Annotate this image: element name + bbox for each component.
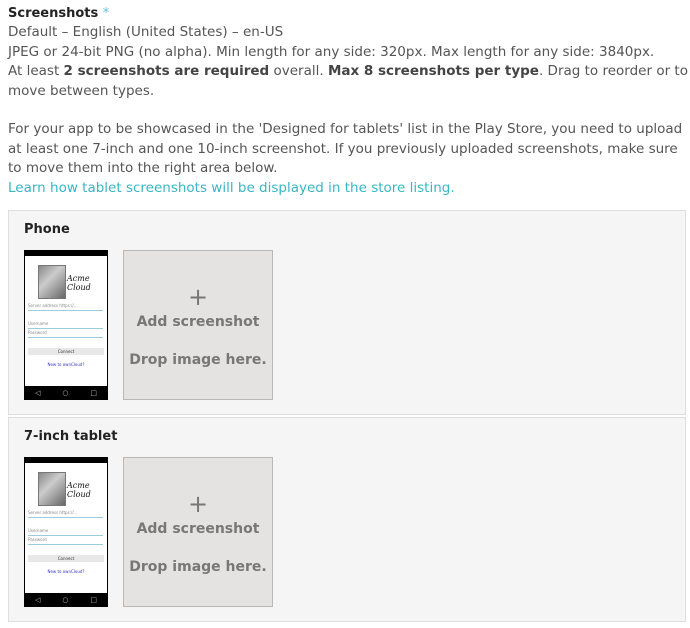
new-to-link: New to ownCloud? (47, 362, 85, 367)
nav-bar: ◁ ○ □ (24, 386, 108, 400)
server-field: Server address https://... (28, 302, 103, 311)
home-icon: ○ (62, 596, 69, 604)
back-icon: ◁ (34, 389, 41, 397)
tablet-7-section: 7-inch tablet Acme Cloud Server address h… (8, 417, 686, 622)
password-field: Password (28, 329, 103, 338)
dog-logo-image (38, 265, 66, 299)
app-screen: Acme Cloud Server address https://... Use… (25, 463, 107, 593)
app-screen: Acme Cloud Server address https://... Use… (25, 256, 107, 386)
screenshots-title: Screenshots (8, 6, 99, 21)
phone-screenshot-thumbnail[interactable]: Acme Cloud Server address https://... Use… (24, 250, 108, 400)
dog-logo-image (38, 472, 66, 506)
screenshots-description: Default – English (United States) – en-U… (8, 23, 688, 198)
recent-apps-icon: □ (90, 389, 97, 397)
screenshots-info: Screenshots * Default – English (United … (8, 5, 688, 198)
brand-name: Acme Cloud (67, 274, 91, 292)
tablet-7-screenshot-thumbnail[interactable]: Acme Cloud Server address https://... Use… (24, 457, 108, 607)
phone-dropzone[interactable]: + Add screenshot Drop image here. (123, 250, 273, 400)
required-asterisk: * (102, 6, 110, 21)
brand-name: Acme Cloud (67, 481, 91, 499)
count-prefix: At least (8, 63, 64, 79)
section-title-7-inch: 7-inch tablet (24, 429, 118, 444)
tablet-7-dropzone[interactable]: + Add screenshot Drop image here. (123, 457, 273, 607)
connect-button: Connect (28, 348, 104, 355)
nav-bar: ◁ ○ □ (24, 593, 108, 607)
tablet-note: For your app to be showcased in the 'Des… (8, 121, 683, 176)
drop-image-label: Drop image here. (129, 559, 267, 575)
plus-icon: + (187, 283, 209, 311)
password-field: Password (28, 536, 103, 545)
recent-apps-icon: □ (90, 596, 97, 604)
screenshots-header: Screenshots * (8, 5, 688, 23)
count-required: 2 screenshots are required (63, 63, 270, 79)
home-icon: ○ (62, 389, 69, 397)
drop-image-label: Drop image here. (129, 352, 267, 368)
phone-section: Phone Acme Cloud Server address https://.… (8, 210, 686, 415)
count-mid: overall. (269, 63, 328, 79)
language-line: Default – English (United States) – en-U… (8, 24, 284, 40)
section-title-phone: Phone (24, 222, 70, 237)
format-line: JPEG or 24-bit PNG (no alpha). Min lengt… (8, 43, 655, 60)
count-max: Max 8 screenshots per type (327, 63, 539, 79)
learn-tablet-link[interactable]: Learn how tablet screenshots will be dis… (8, 180, 455, 196)
username-field: Username (28, 527, 103, 536)
server-field: Server address https://... (28, 509, 103, 518)
back-icon: ◁ (34, 596, 41, 604)
plus-icon: + (187, 490, 209, 518)
new-to-link: New to ownCloud? (47, 569, 85, 574)
username-field: Username (28, 320, 103, 329)
add-screenshot-label: Add screenshot (136, 314, 260, 330)
connect-button: Connect (28, 555, 104, 562)
add-screenshot-label: Add screenshot (136, 521, 260, 537)
count-line: At least 2 screenshots are required over… (8, 62, 688, 101)
